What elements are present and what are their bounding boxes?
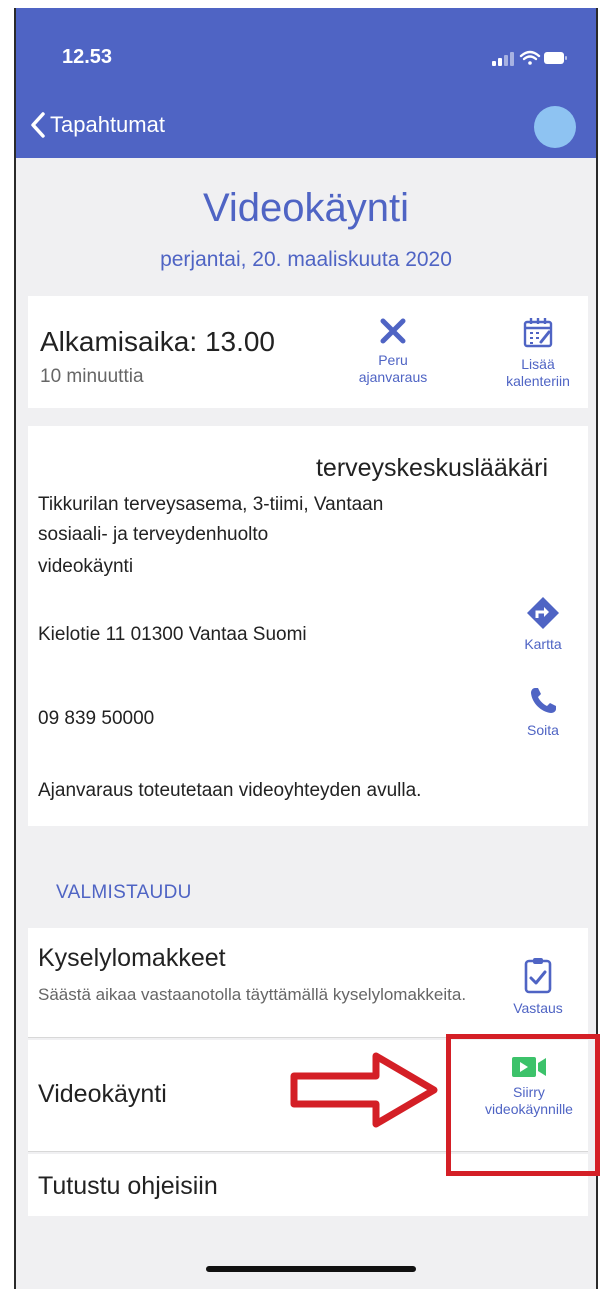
answer-questionnaire-button[interactable]: Vastaus <box>498 956 578 1017</box>
map-label: Kartta <box>524 636 562 652</box>
visit-type: videokäynti <box>38 556 134 577</box>
clinic-name: Tikkurilan terveysasema, 3-tiimi, Vantaa… <box>38 494 384 545</box>
section-label-prepare: VALMISTAUDU <box>56 882 192 903</box>
directions-icon <box>527 597 559 629</box>
add-to-calendar-button[interactable]: Lisää kalenteriin <box>488 316 588 390</box>
phone-icon <box>531 688 556 713</box>
home-indicator <box>206 1266 416 1272</box>
questionnaires-item[interactable]: Kyselylomakkeet Säästä aikaa vastaanotol… <box>28 928 588 1038</box>
clinic-address: Kielotie 11 01300 Vantaa Suomi <box>38 624 307 645</box>
status-icons <box>492 50 567 66</box>
annotation-highlight-box <box>446 1034 600 1176</box>
annotation-arrow-icon <box>290 1052 438 1128</box>
signal-icon <box>492 52 514 66</box>
chevron-left-icon <box>31 112 45 138</box>
app-header: 12.53 Tapahtumat <box>16 8 596 158</box>
duration: 10 minuuttia <box>40 366 144 387</box>
appointment-time-card: Alkamisaika: 13.00 10 minuuttia Peru aja… <box>28 296 588 408</box>
status-time: 12.53 <box>62 46 113 68</box>
questionnaires-description: Säästä aikaa vastaanotolla täyttämällä k… <box>38 985 467 1004</box>
clipboard-check-icon <box>524 958 552 994</box>
questionnaires-title: Kyselylomakkeet <box>38 944 226 972</box>
video-visit-title: Videokäynti <box>38 1080 167 1108</box>
answer-questionnaire-label: Vastaus <box>513 1000 563 1016</box>
calendar-add-icon <box>523 318 553 348</box>
appointment-note: Ajanvaraus toteutetaan videoyhteyden avu… <box>38 780 422 801</box>
appointment-details-card: terveyskeskuslääkäri Tikkurilan terveysa… <box>28 426 588 826</box>
close-icon <box>380 318 406 344</box>
provider-title: terveyskeskuslääkäri <box>315 454 548 482</box>
cancel-appointment-label: Peru ajanvaraus <box>358 352 428 385</box>
map-button[interactable]: Kartta <box>508 596 578 653</box>
avatar[interactable] <box>534 106 576 148</box>
cancel-appointment-button[interactable]: Peru ajanvaraus <box>348 316 438 386</box>
battery-icon <box>544 52 567 64</box>
start-time: Alkamisaika: 13.00 <box>40 326 276 357</box>
clinic-phone: 09 839 50000 <box>38 708 155 729</box>
wifi-icon <box>519 50 541 65</box>
call-label: Soita <box>527 722 559 738</box>
back-button-label: Tapahtumat <box>50 112 165 137</box>
page-title: Videokäynti <box>202 186 410 230</box>
instructions-title: Tutustu ohjeisiin <box>38 1172 218 1200</box>
add-to-calendar-label: Lisää kalenteriin <box>506 356 570 389</box>
call-button[interactable]: Soita <box>508 686 578 739</box>
back-button[interactable]: Tapahtumat <box>30 108 165 142</box>
appointment-date: perjantai, 20. maaliskuuta 2020 <box>160 248 452 271</box>
